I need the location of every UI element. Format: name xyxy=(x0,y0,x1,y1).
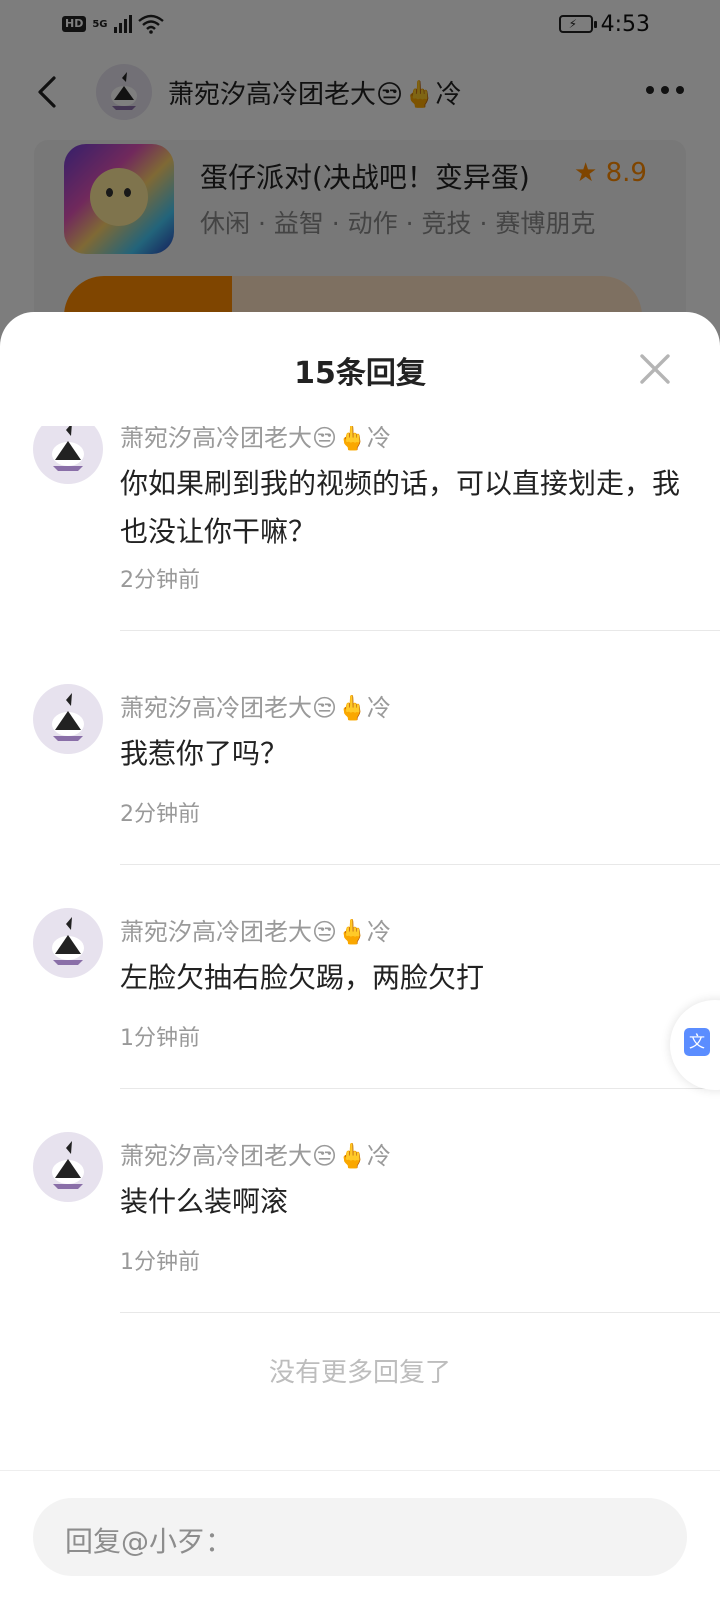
reply-divider xyxy=(120,1312,720,1313)
reply-divider xyxy=(120,864,720,865)
reply-divider xyxy=(120,1088,720,1089)
reply-item[interactable]: 萧宛汐高冷团老大😒🖕冷 你如果刷到我的视频的话，可以直接划走，我也没让你干嘛？ … xyxy=(0,426,720,642)
reply-divider xyxy=(120,630,720,631)
reply-text[interactable]: 装什么装啊滚 xyxy=(120,1178,680,1226)
reply-item[interactable]: 萧宛汐高冷团老大😒🖕冷 装什么装啊滚 1分钟前 xyxy=(0,1132,720,1360)
reply-time: 2分钟前 xyxy=(120,568,200,593)
avatar-figure-icon xyxy=(52,1141,84,1189)
close-icon[interactable] xyxy=(638,352,672,386)
reply-time: 1分钟前 xyxy=(120,1250,200,1275)
reply-list[interactable]: 萧宛汐高冷团老大😒🖕冷 你如果刷到我的视频的话，可以直接划走，我也没让你干嘛？ … xyxy=(0,426,720,1456)
input-divider xyxy=(0,1470,720,1471)
reply-item[interactable]: 萧宛汐高冷团老大😒🖕冷 我惹你了吗？ 2分钟前 xyxy=(0,684,720,912)
reply-time: 1分钟前 xyxy=(120,1026,200,1051)
reply-author[interactable]: 萧宛汐高冷团老大😒🖕冷 xyxy=(120,688,391,723)
reply-avatar[interactable] xyxy=(33,684,103,754)
sheet-title: 15条回复 xyxy=(294,356,426,391)
reply-avatar[interactable] xyxy=(33,1132,103,1202)
reply-time: 2分钟前 xyxy=(120,802,200,827)
avatar-figure-icon xyxy=(52,693,84,741)
reply-avatar[interactable] xyxy=(33,908,103,978)
reply-text[interactable]: 左脸欠抽右脸欠踢，两脸欠打 xyxy=(120,954,680,1002)
reply-item[interactable]: 萧宛汐高冷团老大😒🖕冷 左脸欠抽右脸欠踢，两脸欠打 1分钟前 xyxy=(0,908,720,1136)
reply-text[interactable]: 我惹你了吗？ xyxy=(120,730,680,778)
reply-author[interactable]: 萧宛汐高冷团老大😒🖕冷 xyxy=(120,912,391,947)
replies-sheet: 15条回复 萧宛汐高冷团老大😒🖕冷 你如果刷到我的视频的话，可以直接划走，我也没… xyxy=(0,312,720,1600)
no-more-replies: 没有更多回复了 xyxy=(268,1358,451,1388)
reply-text[interactable]: 你如果刷到我的视频的话，可以直接划走，我也没让你干嘛？ xyxy=(120,460,680,556)
reply-input[interactable]: 回复@小歹： xyxy=(33,1498,687,1576)
reply-author[interactable]: 萧宛汐高冷团老大😒🖕冷 xyxy=(120,1136,391,1171)
avatar-figure-icon xyxy=(52,917,84,965)
reply-avatar[interactable] xyxy=(33,426,103,484)
avatar-figure-icon xyxy=(52,426,84,471)
reply-input-placeholder: 回复@小歹： xyxy=(65,1525,234,1558)
reply-author[interactable]: 萧宛汐高冷团老大😒🖕冷 xyxy=(120,426,391,453)
translate-icon: 文 xyxy=(684,1028,710,1056)
